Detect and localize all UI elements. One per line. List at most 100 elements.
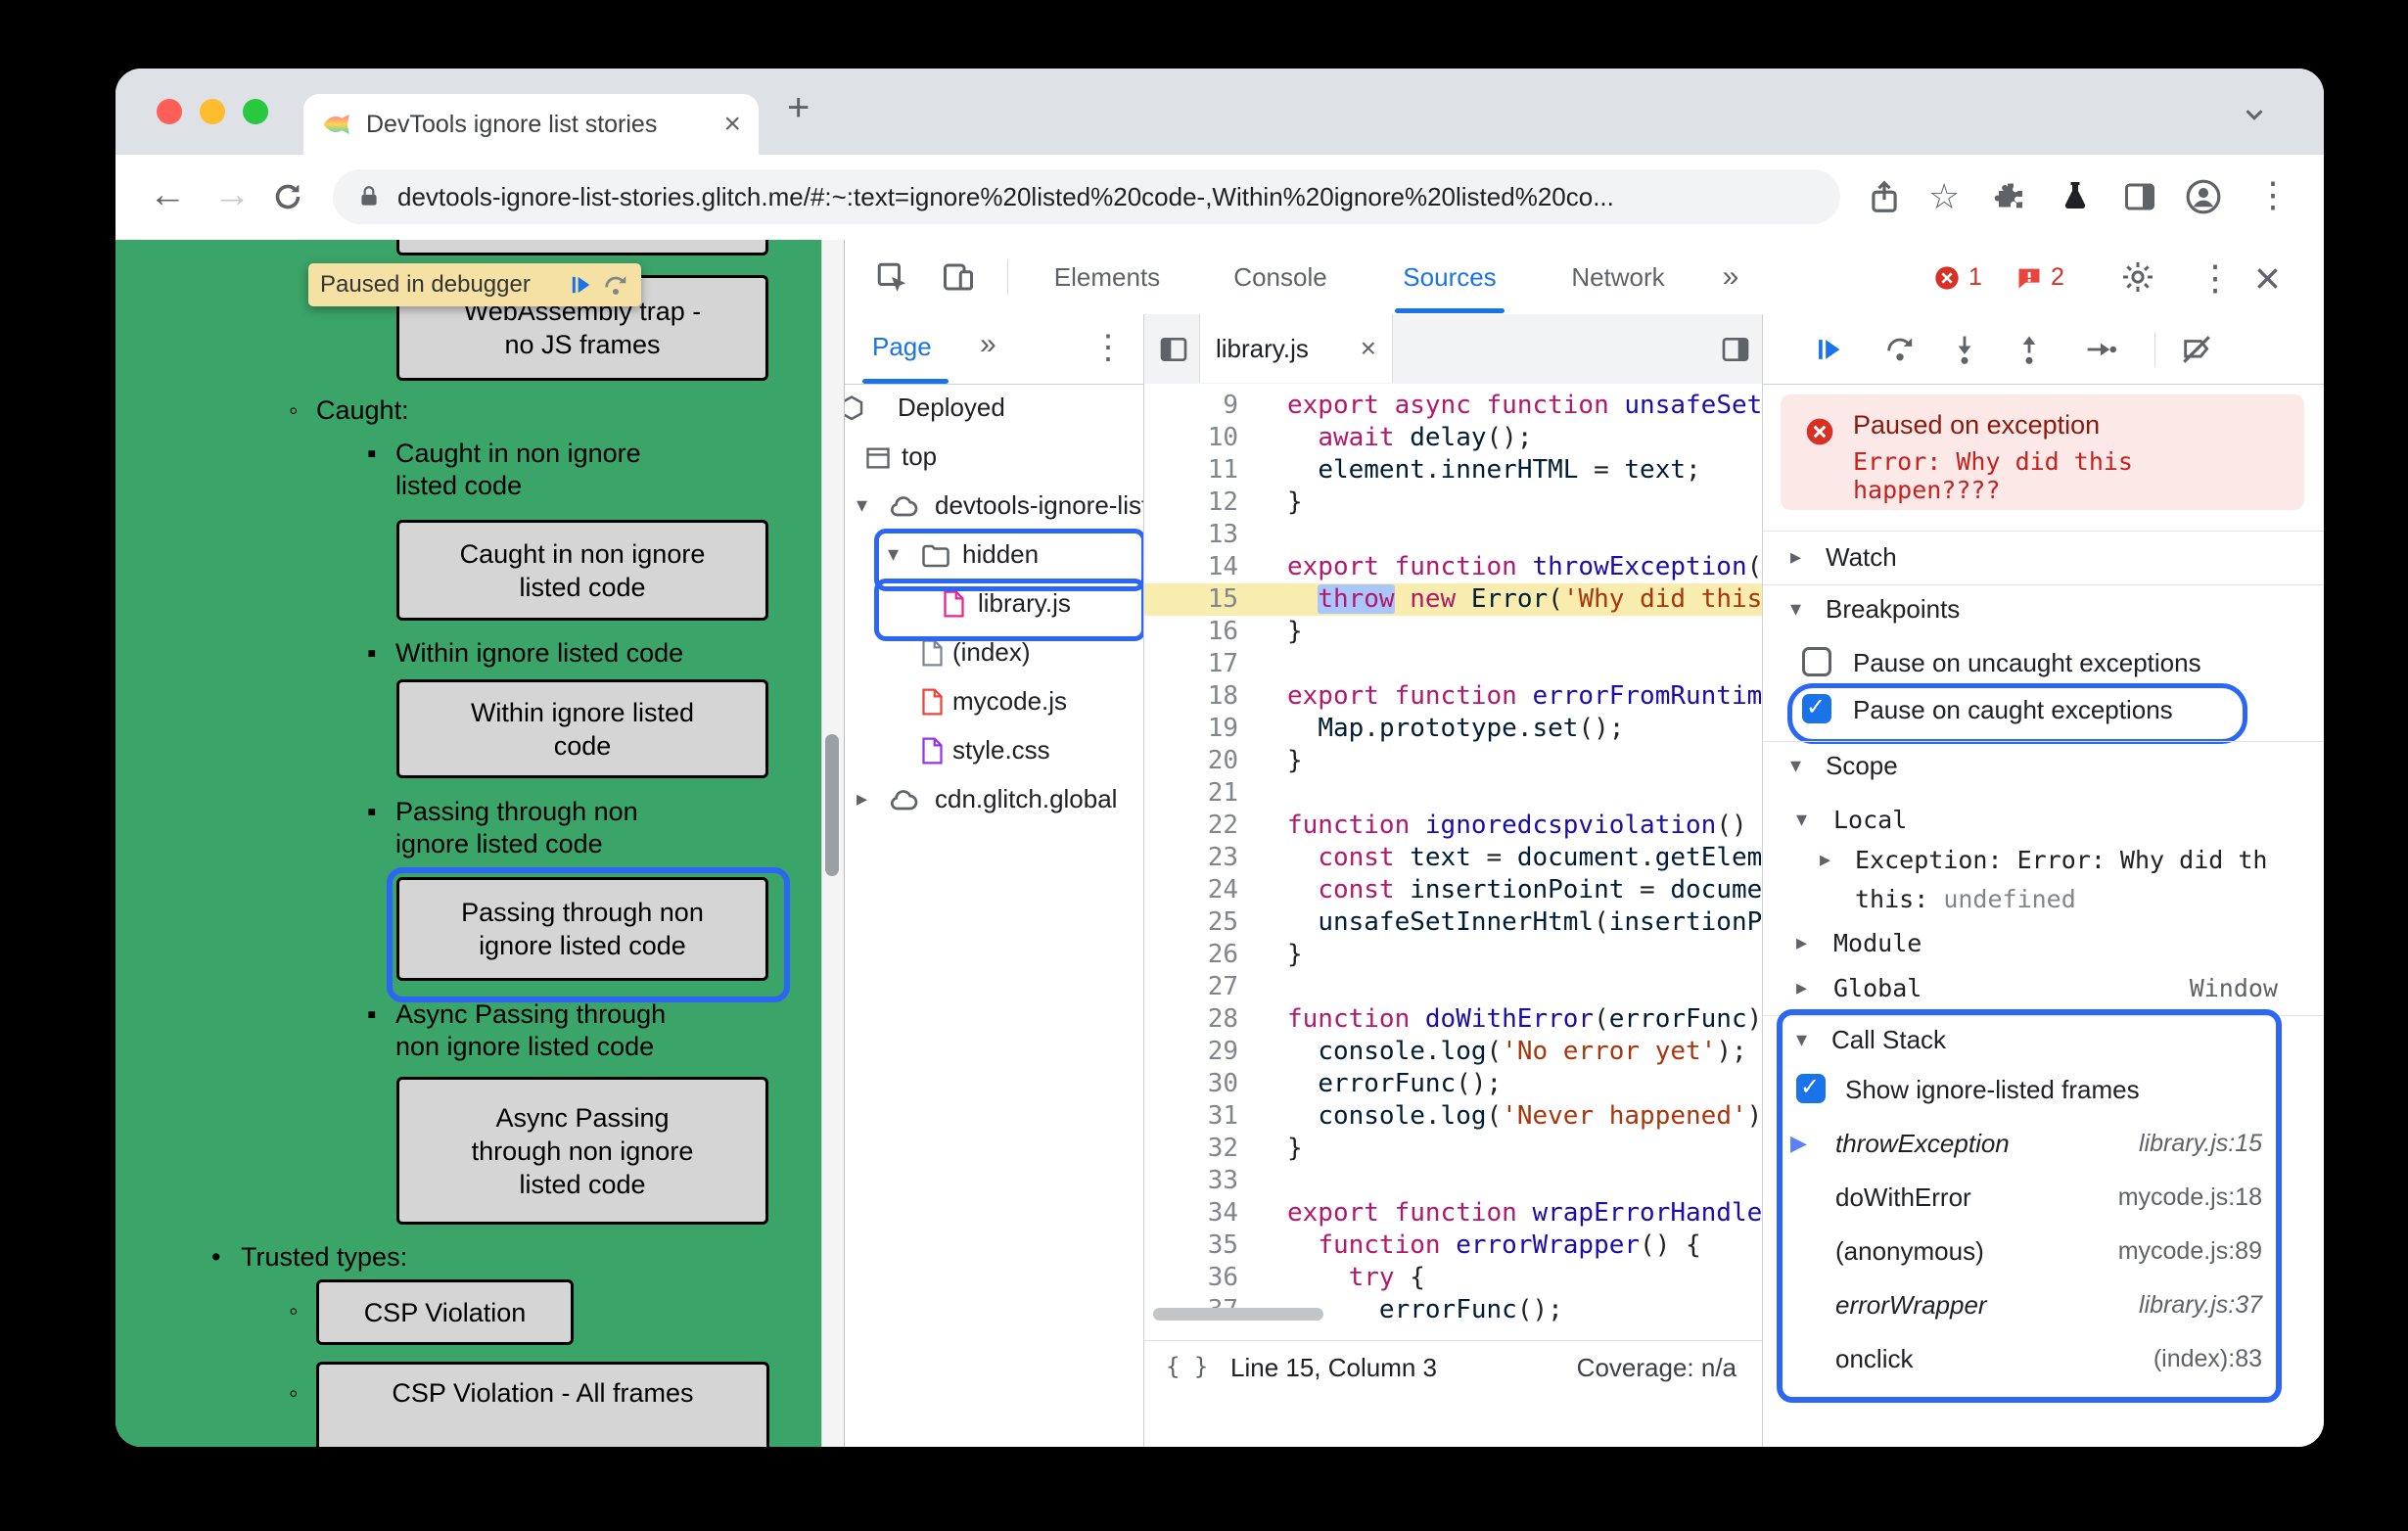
passing-through-button[interactable]: Passing through non ignore listed code — [396, 877, 768, 981]
tab-search-chevron-icon[interactable] — [2240, 100, 2269, 129]
browser-menu-kebab-icon[interactable]: ⋮ — [2255, 174, 2291, 215]
passing-item-label: Passing through non ignore listed code — [395, 797, 638, 858]
async-passing-button[interactable]: Async Passing through non ignore listed … — [396, 1077, 768, 1225]
step-over-button[interactable] — [1883, 333, 1917, 366]
tree-item-deployed[interactable]: Deployed — [845, 384, 1143, 433]
scope-global-row[interactable]: ▸ Global Window — [1763, 966, 2324, 1011]
navigator-tab-page[interactable]: Page — [872, 332, 932, 362]
editor-tab-close-icon[interactable]: × — [1361, 333, 1376, 364]
step-button[interactable] — [2084, 333, 2117, 366]
section-expand-icon[interactable]: ▸ — [1790, 544, 1801, 570]
tab-sources[interactable]: Sources — [1403, 240, 1496, 314]
scope-expand-icon[interactable]: ▾ — [1796, 807, 1807, 832]
tab-elements[interactable]: Elements — [1054, 240, 1160, 314]
callstack-section-header[interactable]: ▾ Call Stack — [1763, 1015, 2324, 1064]
inspect-element-icon[interactable] — [874, 259, 909, 295]
labs-beaker-icon[interactable] — [2058, 179, 2093, 214]
caught-non-ignore-button[interactable]: Caught in non ignore listed code — [396, 520, 768, 621]
editor-tab-library-js[interactable]: library.js × — [1199, 314, 1393, 383]
editor-hscrollbar-thumb[interactable] — [1153, 1308, 1323, 1321]
scope-local-row[interactable]: ▾ Local — [1763, 798, 2324, 843]
pause-uncaught-row[interactable]: Pause on uncaught exceptions — [1763, 640, 2324, 687]
within-ignore-button[interactable]: Within ignore listed code — [396, 679, 768, 778]
watch-section-header[interactable]: ▸ Watch — [1763, 531, 2324, 584]
csp-violation-all-frames-button[interactable]: CSP Violation - All frames — [316, 1362, 769, 1447]
url-bar[interactable]: devtools-ignore-list-stories.glitch.me/#… — [333, 169, 1840, 224]
bookmark-star-icon[interactable]: ☆ — [1928, 176, 1960, 217]
tree-item-index[interactable]: (index) — [845, 628, 1143, 677]
forward-button[interactable]: → — [213, 174, 251, 216]
minimize-window-button[interactable] — [200, 99, 225, 124]
tab-network[interactable]: Network — [1571, 240, 1664, 314]
tab-close-icon[interactable]: × — [723, 108, 741, 141]
debugger-body: Paused on exception Error: Why did this … — [1763, 384, 2324, 1447]
devtools-close-icon[interactable]: × — [2254, 252, 2281, 304]
tree-item-style-css[interactable]: style.css — [845, 726, 1143, 775]
scope-expand-icon[interactable]: ▸ — [1796, 930, 1807, 955]
callstack-frame[interactable]: ▶ throwException library.js:15 — [1763, 1116, 2324, 1170]
show-ignore-listed-row[interactable]: Show ignore-listed frames — [1763, 1064, 2324, 1115]
tree-item-top[interactable]: top — [845, 433, 1143, 482]
tree-item-library-js[interactable]: library.js — [845, 580, 1143, 628]
tree-expand-icon[interactable]: ▸ — [857, 786, 867, 812]
scope-expand-icon[interactable]: ▸ — [1820, 847, 1830, 872]
browser-tab[interactable]: DevTools ignore list stories × — [303, 94, 759, 155]
navigator-more-tabs-chevron[interactable]: » — [980, 328, 996, 361]
csp-violation-button[interactable]: CSP Violation — [316, 1279, 574, 1345]
tree-item-cdn-glitch[interactable]: ▸ cdn.glitch.global — [845, 775, 1143, 824]
callstack-frame[interactable]: doWithError mycode.js:18 — [1763, 1170, 2324, 1224]
resume-script-icon[interactable] — [567, 271, 594, 299]
debugger-controls — [1763, 314, 2324, 385]
tab-console[interactable]: Console — [1233, 240, 1326, 314]
deactivate-breakpoints-button[interactable] — [2180, 333, 2213, 366]
scope-exception-row[interactable]: ▸ Exception: Error: Why did th — [1763, 843, 2324, 882]
zoom-window-button[interactable] — [243, 99, 268, 124]
show-ignore-listed-checkbox[interactable] — [1796, 1073, 1826, 1103]
tree-item-hidden-folder[interactable]: ▾ hidden — [845, 531, 1143, 580]
extensions-puzzle-icon[interactable] — [1993, 179, 2028, 214]
page-scrollbar-thumb[interactable] — [825, 734, 839, 876]
code-editor[interactable]: 9export async function unsafeSetInnerHTM… — [1144, 384, 1762, 1340]
profile-avatar[interactable] — [2185, 178, 2222, 215]
new-tab-button[interactable]: + — [787, 86, 810, 130]
back-button[interactable]: ← — [149, 174, 186, 216]
tree-item-mycode-js[interactable]: mycode.js — [845, 677, 1143, 726]
tree-item-devtools-ignore[interactable]: ▾ devtools-ignore-list-st — [845, 482, 1143, 531]
tree-expand-icon[interactable]: ▾ — [888, 541, 899, 567]
resume-button[interactable] — [1812, 333, 1845, 366]
scope-this-row[interactable]: this: undefined — [1763, 882, 2324, 921]
clipped-top-button[interactable] — [396, 240, 768, 255]
settings-gear-icon[interactable] — [2120, 259, 2155, 295]
pause-uncaught-checkbox[interactable] — [1802, 647, 1831, 676]
scope-section-header[interactable]: ▾ Scope — [1763, 741, 2324, 792]
step-into-button[interactable] — [1948, 333, 1981, 366]
pretty-print-icon[interactable]: { } — [1166, 1353, 1208, 1380]
callstack-frame[interactable]: onclick (index):83 — [1763, 1331, 2324, 1385]
open-sidebar-icon[interactable] — [1720, 334, 1751, 365]
share-icon[interactable] — [1866, 178, 1903, 215]
device-toolbar-icon[interactable] — [941, 259, 976, 295]
pause-caught-checkbox[interactable] — [1802, 693, 1831, 723]
navigator-kebab-icon[interactable]: ⋮ — [1091, 328, 1125, 367]
section-expand-icon[interactable]: ▾ — [1796, 1027, 1807, 1052]
scope-expand-icon[interactable]: ▸ — [1796, 975, 1807, 1000]
callstack-frame[interactable]: (anonymous) mycode.js:89 — [1763, 1224, 2324, 1277]
section-expand-icon[interactable]: ▾ — [1790, 596, 1801, 622]
issues-badge[interactable]: 2 — [2015, 263, 2064, 292]
hide-navigator-icon[interactable] — [1158, 334, 1189, 365]
reload-button[interactable] — [270, 179, 305, 214]
callstack-frame[interactable]: errorWrapper library.js:37 — [1763, 1277, 2324, 1331]
error-badge[interactable]: 1 — [1933, 263, 1982, 292]
devtools-body: Page » ⋮ Deployed top ▾ devtools-ignore-… — [845, 314, 2324, 1447]
devtools-menu-kebab-icon[interactable]: ⋮ — [2198, 257, 2233, 299]
breakpoints-section-header[interactable]: ▾ Breakpoints — [1763, 584, 2324, 635]
close-window-button[interactable] — [157, 99, 182, 124]
step-out-button[interactable] — [2013, 333, 2046, 366]
pause-caught-row[interactable]: Pause on caught exceptions — [1763, 687, 2324, 734]
scope-module-row[interactable]: ▸ Module — [1763, 921, 2324, 966]
more-tabs-chevron[interactable]: » — [1723, 240, 1739, 314]
side-panel-icon[interactable] — [2122, 179, 2157, 214]
section-expand-icon[interactable]: ▾ — [1790, 753, 1801, 778]
tree-expand-icon[interactable]: ▾ — [857, 492, 867, 518]
step-over-banner-icon[interactable] — [602, 271, 629, 299]
